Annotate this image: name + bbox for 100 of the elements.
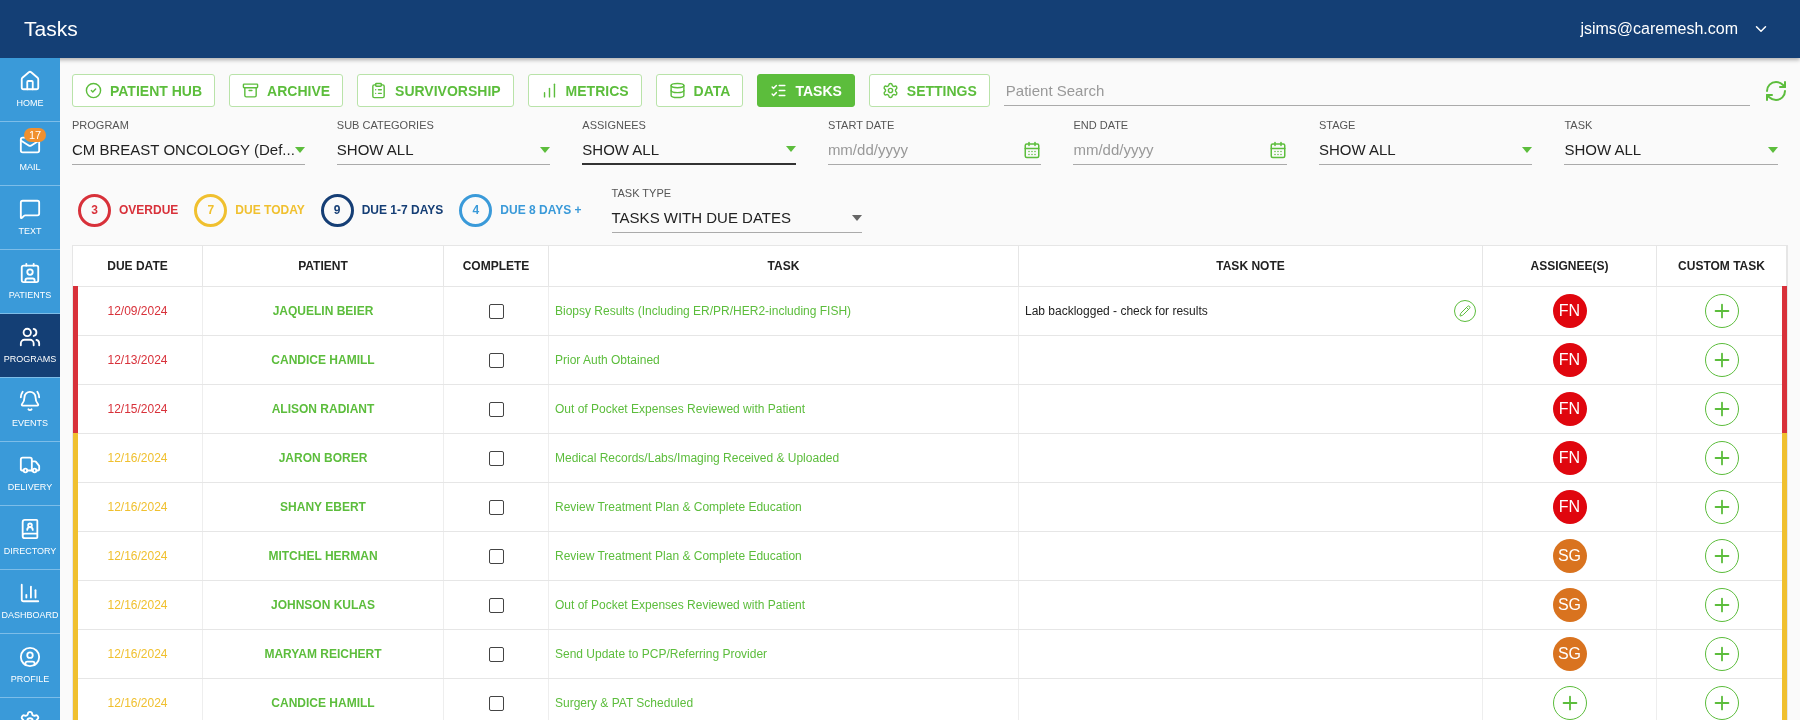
complete-checkbox[interactable]: [488, 303, 504, 319]
assignee-avatar: FN: [1552, 490, 1587, 524]
assignee-avatar: FN: [1552, 294, 1587, 328]
task-link[interactable]: Medical Records/Labs/Imaging Received & Uploaded: [555, 451, 840, 465]
settings-icon: [881, 82, 899, 99]
task-link[interactable]: Biopsy Results (Including ER/PR/HER2-including FISH): [555, 304, 852, 318]
archive-icon: [242, 82, 260, 99]
chat-icon: [19, 198, 41, 220]
assignee-avatar: SG: [1552, 539, 1587, 573]
patient-name: JAQUELIN BEIER: [272, 304, 374, 318]
complete-checkbox[interactable]: [488, 450, 504, 466]
check-circle-icon: [85, 82, 102, 99]
refresh-icon[interactable]: [1764, 78, 1788, 103]
patient-name: MITCHEL HERMAN: [268, 549, 378, 563]
unread-badge: 17: [24, 128, 47, 142]
select-field[interactable]: SHOW ALL: [1318, 135, 1533, 165]
counter-label: DUE 1-7 DAYS: [361, 203, 444, 217]
counter-label: DUE TODAY: [235, 203, 305, 217]
task-link[interactable]: Prior Auth Obtained: [555, 353, 660, 367]
due-date: 12/13/2024: [107, 353, 168, 367]
calendar-icon: [1023, 140, 1042, 159]
dropdown-caret-icon: [540, 146, 551, 153]
add-assignee-button[interactable]: [1552, 686, 1587, 720]
dropdown-caret-icon: [785, 146, 796, 152]
nav-tab[interactable]: DATA: [655, 74, 744, 107]
patient-name: CANDICE HAMILL: [271, 696, 375, 710]
add-custom-task-button[interactable]: [1704, 441, 1739, 475]
patient-name: CANDICE HAMILL: [271, 353, 375, 367]
select-field[interactable]: TASKS WITH DUE DATES: [611, 203, 862, 233]
nav-tab[interactable]: METRICS: [527, 74, 642, 107]
add-custom-task-button[interactable]: [1704, 686, 1739, 720]
add-custom-task-button[interactable]: [1704, 392, 1739, 426]
select-field[interactable]: SHOW ALL: [1564, 135, 1778, 165]
database-icon: [668, 82, 686, 99]
column-header: TASK NOTE: [1019, 246, 1483, 286]
patient-name: SHANY EBERT: [280, 500, 366, 514]
assignee-avatar: FN: [1552, 392, 1587, 426]
nav-tab[interactable]: SETTINGS: [868, 74, 990, 107]
task-link[interactable]: Surgery & PAT Scheduled: [555, 696, 694, 710]
count-ring: 3: [78, 193, 111, 227]
nav-tab[interactable]: ARCHIVE: [229, 74, 344, 107]
add-custom-task-button[interactable]: [1704, 343, 1739, 377]
nav-tab[interactable]: TASKS: [757, 74, 855, 107]
sidebar-item[interactable]: PROGRAMS: [0, 314, 60, 378]
calendar-icon: [1268, 140, 1287, 159]
nav-tab[interactable]: PATIENT HUB: [72, 74, 216, 107]
task-link[interactable]: Review Treatment Plan & Complete Education: [555, 549, 802, 563]
add-custom-task-button[interactable]: [1704, 588, 1739, 622]
date-field[interactable]: mm/dd/yyyy: [1073, 135, 1287, 165]
filter-label: ASSIGNEES: [582, 119, 647, 131]
assignee-avatar: FN: [1552, 343, 1587, 377]
task-link[interactable]: Send Update to PCP/Referring Provider: [555, 647, 768, 661]
contact-icon: [19, 262, 41, 284]
filter-label: PROGRAM: [72, 119, 130, 131]
user-menu[interactable]: jsims@caremesh.com: [1574, 19, 1776, 39]
bar-chart-icon: [19, 582, 41, 604]
complete-checkbox[interactable]: [488, 695, 504, 711]
select-field[interactable]: SHOW ALL: [336, 135, 551, 165]
task-link[interactable]: Review Treatment Plan & Complete Education: [555, 500, 802, 514]
filter-label: END DATE: [1073, 119, 1130, 131]
patient-name: ALISON RADIANT: [271, 402, 375, 416]
due-date: 12/15/2024: [107, 402, 168, 416]
assignee-avatar: FN: [1552, 441, 1587, 475]
column-header: COMPLETE: [444, 246, 549, 286]
add-custom-task-button[interactable]: [1704, 294, 1739, 328]
assignee-avatar: SG: [1552, 637, 1587, 671]
complete-checkbox[interactable]: [488, 646, 504, 662]
dropdown-caret-icon: [1768, 146, 1778, 153]
count-ring: 4: [459, 193, 493, 227]
filter-label: SUB CATEGORIES: [336, 119, 435, 131]
due-date: 12/16/2024: [107, 647, 168, 661]
patient-name: JOHNSON KULAS: [271, 598, 375, 612]
nav-tab[interactable]: SURVIVORSHIP: [357, 74, 514, 107]
filter-label: START DATE: [827, 119, 896, 131]
date-field[interactable]: mm/dd/yyyy: [827, 135, 1042, 165]
address-book-icon: [19, 518, 41, 540]
complete-checkbox[interactable]: [488, 401, 504, 417]
select-field[interactable]: CM BREAST ONCOLOGY (Def...: [72, 135, 305, 165]
due-date: 12/16/2024: [107, 451, 168, 465]
due-date: 12/16/2024: [107, 598, 168, 612]
patient-search-field[interactable]: Patient Search: [1003, 75, 1750, 106]
due-date: 12/16/2024: [107, 549, 168, 563]
dropdown-caret-icon: [294, 146, 305, 153]
task-link[interactable]: Out of Pocket Expenses Reviewed with Patient: [555, 402, 806, 416]
complete-checkbox[interactable]: [488, 548, 504, 564]
edit-note-button[interactable]: [1454, 300, 1476, 322]
select-field[interactable]: SHOW ALL: [582, 135, 796, 165]
add-custom-task-button[interactable]: [1704, 539, 1739, 573]
add-custom-task-button[interactable]: [1704, 490, 1739, 524]
complete-checkbox[interactable]: [488, 499, 504, 515]
task-link[interactable]: Out of Pocket Expenses Reviewed with Patient: [555, 598, 806, 612]
complete-checkbox[interactable]: [488, 597, 504, 613]
complete-checkbox[interactable]: [488, 352, 504, 368]
counter-label: DUE 8 DAYS +: [500, 203, 582, 217]
due-date: 12/16/2024: [107, 696, 168, 710]
clipboard-icon: [370, 82, 388, 99]
truck-icon: [19, 454, 41, 476]
column-header: ASSIGNEE(S): [1483, 246, 1657, 286]
due-date: 12/09/2024: [107, 304, 168, 318]
add-custom-task-button[interactable]: [1704, 637, 1739, 671]
